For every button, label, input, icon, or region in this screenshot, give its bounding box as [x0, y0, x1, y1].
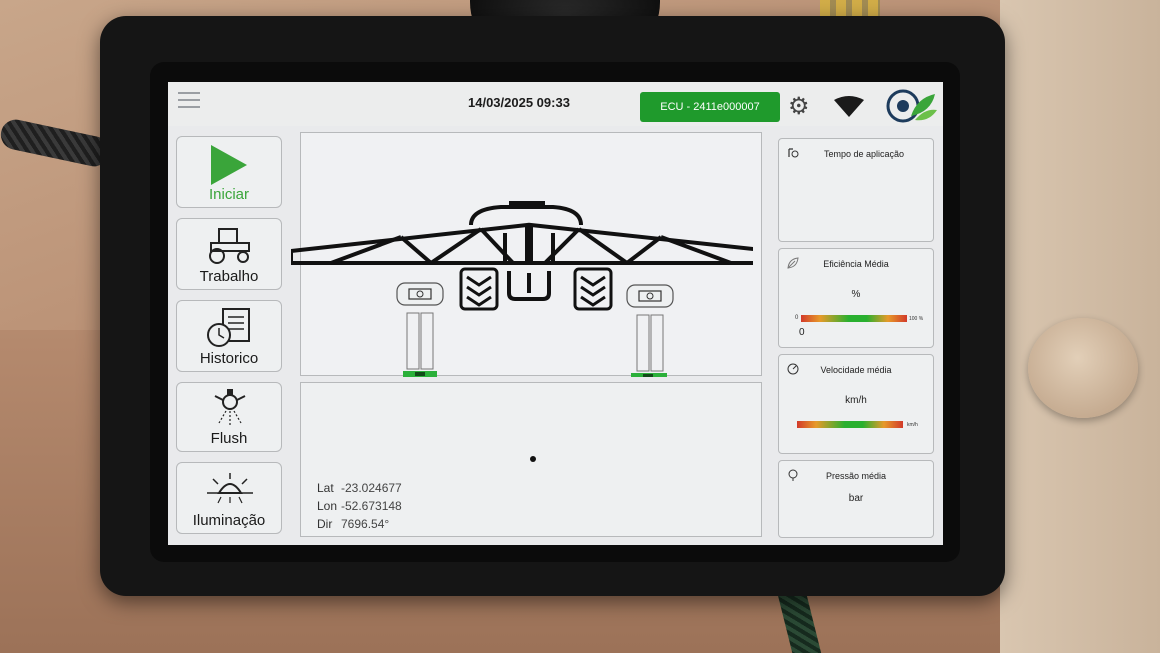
work-button-label: Trabalho — [199, 268, 259, 285]
average-pressure-unit: bar — [848, 493, 864, 504]
tyre-left — [459, 267, 499, 311]
position-marker — [530, 456, 536, 462]
dir-label: Dir — [317, 517, 333, 531]
average-efficiency-unit: % — [851, 289, 861, 300]
history-button[interactable]: Historico — [176, 300, 282, 372]
tablet-screen: 14/03/2025 09:33 ECU - 2411e000007 ⚙ Ini… — [168, 82, 943, 545]
average-pressure-card: Pressão média bar — [778, 460, 934, 538]
average-efficiency-title: Eficiência Média — [823, 259, 889, 269]
tyre-right — [573, 267, 613, 311]
background-knob — [1028, 318, 1138, 418]
average-speed-unit: km/h — [845, 395, 867, 406]
start-button-label: Iniciar — [208, 186, 249, 203]
play-icon — [211, 145, 247, 185]
history-button-label: Historico — [199, 350, 259, 367]
speed-gauge — [797, 421, 903, 428]
datetime: 14/03/2025 09:33 — [468, 95, 570, 110]
average-speed-card: Velocidade média km/h km/h — [778, 354, 934, 454]
wifi-icon — [834, 96, 864, 117]
work-button[interactable]: Trabalho — [176, 218, 282, 290]
section-bar-right — [631, 314, 667, 377]
speed-gauge-max: km/h — [907, 422, 918, 428]
efficiency-gauge-max: 100 % — [909, 316, 924, 322]
tractor-icon — [209, 228, 250, 264]
sprayer-boom-diagram — [291, 201, 753, 377]
background-cable-left — [0, 116, 112, 170]
app-logo — [886, 89, 937, 123]
lighting-button[interactable]: Iluminação — [176, 462, 282, 534]
nozzle-spray-icon — [214, 389, 246, 425]
average-pressure-title: Pressão média — [825, 471, 887, 481]
dir-value: 7696.54° — [341, 517, 390, 531]
application-time-card: Tempo de aplicação — [778, 138, 934, 242]
lat-value: -23.024677 — [341, 481, 402, 495]
camera-right — [626, 284, 674, 308]
efficiency-value: 0 — [799, 327, 805, 338]
average-efficiency-card: Eficiência Média % 0 100 % 0 — [778, 248, 934, 348]
section-bar-left — [403, 312, 437, 377]
lon-label: Lon — [317, 499, 338, 513]
start-button[interactable]: Iniciar — [176, 136, 282, 208]
flush-button[interactable]: Flush — [176, 382, 282, 452]
average-speed-title: Velocidade média — [820, 365, 892, 375]
efficiency-gauge — [801, 315, 907, 322]
document-clock-icon — [207, 308, 250, 347]
lat-label: Lat — [317, 481, 334, 495]
lon-value: -52.673148 — [341, 499, 402, 513]
ecu-status-button[interactable]: ECU - 2411e000007 — [640, 92, 780, 122]
flush-button-label: Flush — [210, 430, 248, 447]
top-bar: 14/03/2025 09:33 ECU - 2411e000007 ⚙ — [168, 82, 943, 126]
menu-icon[interactable] — [178, 92, 200, 110]
lighting-button-label: Iluminação — [192, 512, 266, 529]
efficiency-gauge-min: 0 — [795, 315, 799, 321]
camera-left — [396, 282, 444, 306]
light-icon — [207, 473, 253, 504]
map-panel[interactable]: Lat -23.024677 Lon -52.673148 Dir 7696.5… — [300, 382, 762, 537]
gear-icon[interactable]: ⚙ — [788, 95, 818, 119]
application-time-title: Tempo de aplicação — [823, 149, 905, 159]
sprayer-boom-panel — [291, 132, 762, 377]
